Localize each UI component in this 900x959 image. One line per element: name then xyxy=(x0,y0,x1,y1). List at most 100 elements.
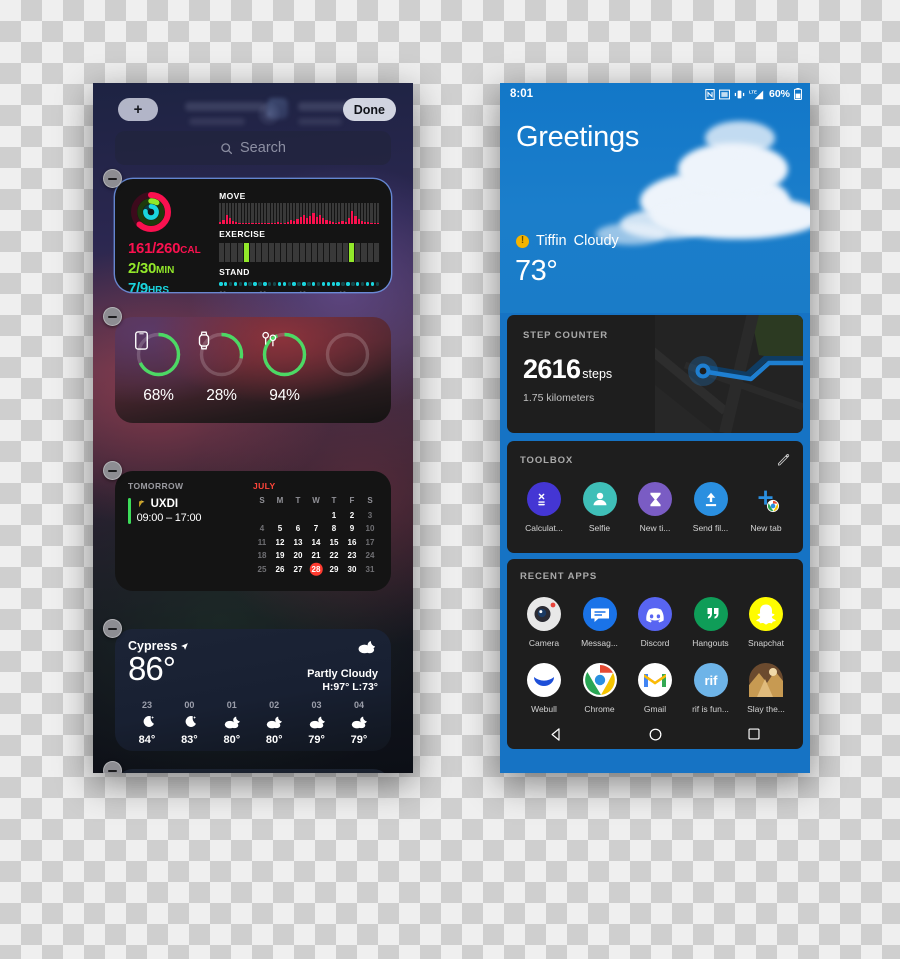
back-icon[interactable] xyxy=(549,727,564,742)
weather-widget[interactable]: Cypress 86° Partly Cloudy H:97° L:73° 23… xyxy=(115,629,391,751)
app-label: Calculat... xyxy=(525,523,563,533)
move-chart-bar xyxy=(367,222,370,224)
calendar-day[interactable]: 1 xyxy=(325,510,343,521)
done-button[interactable]: Done xyxy=(342,98,396,121)
slay-the-spire-icon[interactable] xyxy=(749,663,783,697)
move-chart-bar xyxy=(354,216,357,224)
calendar-day[interactable]: 8 xyxy=(325,523,343,534)
recent-app[interactable]: Snapchat xyxy=(742,597,790,648)
calendar-day[interactable]: 30 xyxy=(343,564,361,575)
calendar-blank xyxy=(289,510,307,521)
webull-icon[interactable] xyxy=(527,663,561,697)
move-chart-bar xyxy=(306,218,309,224)
calendar-day[interactable]: 22 xyxy=(325,550,343,561)
activity-widget[interactable]: 161/260CAL 2/30MIN 7/9HRS MOVE EXERCISE xyxy=(115,179,391,292)
calendar-day[interactable]: 10 xyxy=(361,523,379,534)
move-chart-bar xyxy=(312,213,315,224)
calendar-day[interactable]: 17 xyxy=(361,537,379,548)
calendar-widget[interactable]: TOMORROW UXDI 09:00 – 17:00 JULY S M T W… xyxy=(115,471,391,591)
toolbox-shortcut[interactable]: New tab xyxy=(742,482,790,533)
hourglass-icon[interactable] xyxy=(638,482,672,516)
add-widget-button[interactable]: + xyxy=(118,98,158,121)
calendar-day[interactable]: 19 xyxy=(271,550,289,561)
messages-icon[interactable] xyxy=(582,597,617,631)
recent-app[interactable]: Chrome xyxy=(576,663,624,714)
calendar-month-label: JULY xyxy=(253,481,276,491)
recent-app[interactable]: Discord xyxy=(631,597,679,648)
widget-row-weather: Cypress 86° Partly Cloudy H:97° L:73° 23… xyxy=(103,619,391,751)
calendar-day[interactable]: 6 xyxy=(289,523,307,534)
calendar-day[interactable]: 4 xyxy=(253,523,271,534)
widget-peek-below[interactable] xyxy=(115,769,391,773)
calendar-day[interactable]: 21 xyxy=(307,550,325,561)
android-status-bar: 8:01 LTE 60% xyxy=(500,83,810,105)
person-icon[interactable] xyxy=(582,482,617,516)
calendar-day[interactable]: 20 xyxy=(289,550,307,561)
calendar-day[interactable]: 12 xyxy=(271,537,289,548)
calendar-day[interactable]: 11 xyxy=(253,537,271,548)
calendar-day[interactable]: 24 xyxy=(361,550,379,561)
snapchat-icon[interactable] xyxy=(749,597,783,631)
discord-icon[interactable] xyxy=(638,597,672,631)
remove-widget-button-weather[interactable] xyxy=(103,619,122,638)
calendar-day[interactable]: 28 xyxy=(307,564,325,575)
rif-icon[interactable]: rif xyxy=(693,663,728,697)
toolbox-shortcut[interactable]: Selfie xyxy=(576,482,624,533)
weather-hourly-forecast: 23 84° 00 83° 01 80° 02 80° 03 79° 04 79° xyxy=(128,700,378,746)
gmail-icon[interactable] xyxy=(638,663,672,697)
move-chart-tick xyxy=(264,203,267,224)
move-chart-bar xyxy=(315,217,318,224)
move-chart-bar xyxy=(351,211,354,224)
calendar-day[interactable]: 14 xyxy=(307,537,325,548)
recent-app[interactable]: rif rif is fun... xyxy=(687,663,735,714)
calculator-icon[interactable] xyxy=(527,482,561,516)
calendar-day[interactable]: 23 xyxy=(343,550,361,561)
calendar-day[interactable]: 25 xyxy=(253,564,271,575)
recent-app[interactable]: Camera xyxy=(520,597,568,648)
calendar-day[interactable]: 5 xyxy=(271,523,289,534)
recent-app[interactable]: Slay the... xyxy=(742,663,790,714)
calendar-day[interactable]: 15 xyxy=(325,537,343,548)
calendar-day[interactable]: 13 xyxy=(289,537,307,548)
calendar-day[interactable]: 27 xyxy=(289,564,307,575)
toolbox-shortcuts: Calculat... Selfie New ti... Send fil... New… xyxy=(520,482,790,533)
remove-widget-button-next[interactable] xyxy=(103,761,122,773)
android-weather-line[interactable]: ! Tiffin Cloudy xyxy=(516,233,619,249)
upload-icon[interactable] xyxy=(693,482,728,516)
calendar-day[interactable]: 31 xyxy=(361,564,379,575)
step-counter-card[interactable]: STEP COUNTER 2616 steps 1.75 kilometers xyxy=(507,315,803,433)
chrome-icon[interactable] xyxy=(582,663,617,697)
calendar-day[interactable]: 29 xyxy=(325,564,343,575)
pencil-icon[interactable] xyxy=(776,453,790,467)
search-input[interactable]: Search xyxy=(115,131,391,165)
recent-app[interactable]: Gmail xyxy=(631,663,679,714)
batteries-widget[interactable]: 68% 28% 94% xyxy=(115,317,391,423)
move-chart-tick xyxy=(331,203,334,224)
calendar-day[interactable]: 9 xyxy=(343,523,361,534)
recent-app[interactable]: Webull xyxy=(520,663,568,714)
recent-app[interactable]: Hangouts xyxy=(687,597,735,648)
calendar-day[interactable]: 3 xyxy=(361,510,379,521)
recents-icon[interactable] xyxy=(747,727,761,741)
chrome-new-tab-icon[interactable] xyxy=(749,482,783,516)
toolbox-shortcut[interactable]: Calculat... xyxy=(520,482,568,533)
exercise-chart-tick xyxy=(349,243,355,262)
remove-widget-button-activity[interactable] xyxy=(103,169,122,188)
hangouts-icon[interactable] xyxy=(693,597,728,631)
remove-widget-button-calendar[interactable] xyxy=(103,461,122,480)
recent-app[interactable]: Messag... xyxy=(576,597,624,648)
calendar-day[interactable]: 26 xyxy=(271,564,289,575)
toolbox-shortcut[interactable]: Send fil... xyxy=(687,482,735,533)
calendar-day[interactable]: 16 xyxy=(343,537,361,548)
calendar-day[interactable]: 18 xyxy=(253,550,271,561)
move-chart-tick xyxy=(260,203,264,224)
home-icon[interactable] xyxy=(648,727,663,742)
move-chart-tick xyxy=(273,203,277,224)
calendar-day[interactable]: 2 xyxy=(343,510,361,521)
stand-chart-dot xyxy=(292,282,296,286)
camera-icon[interactable] xyxy=(527,597,561,631)
move-chart-bar xyxy=(331,222,334,224)
toolbox-shortcut[interactable]: New ti... xyxy=(631,482,679,533)
calendar-day[interactable]: 7 xyxy=(307,523,325,534)
remove-widget-button-battery[interactable] xyxy=(103,307,122,326)
